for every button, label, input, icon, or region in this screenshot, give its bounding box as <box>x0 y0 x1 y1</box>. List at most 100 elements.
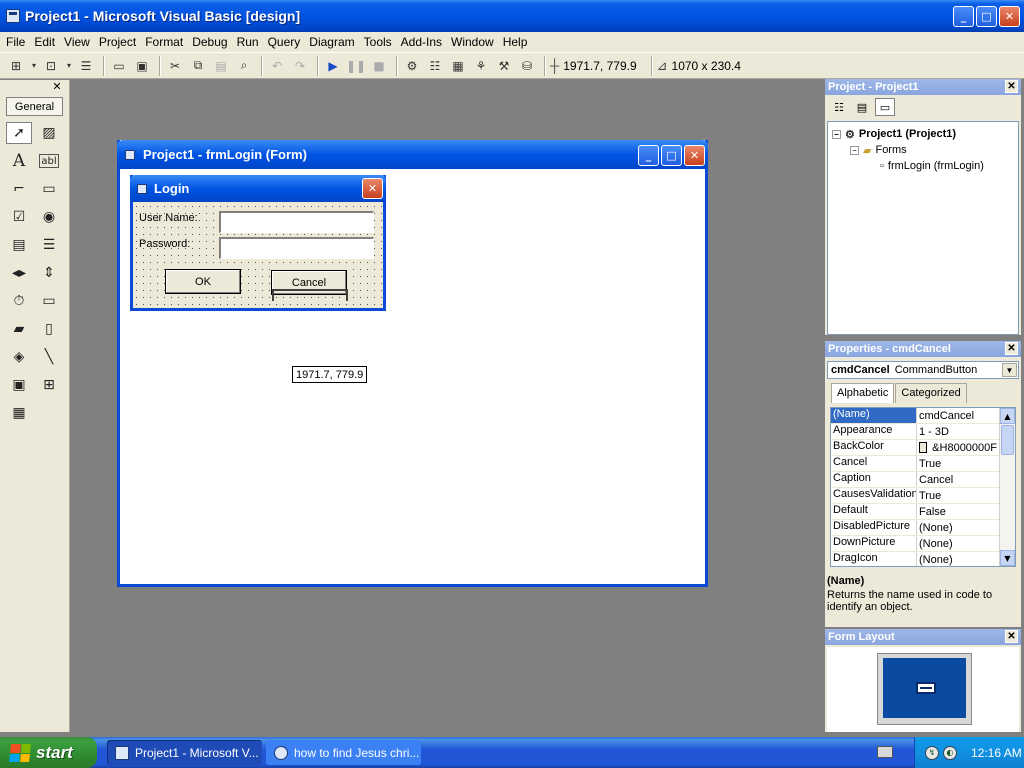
tree-item-forms[interactable]: − ▰ Forms <box>832 142 1018 158</box>
collapse-icon[interactable]: − <box>832 129 841 139</box>
scroll-up-icon[interactable]: ▲ <box>1000 408 1015 424</box>
listbox-icon[interactable]: ☰ <box>36 234 62 256</box>
keyboard-icon[interactable] <box>877 746 893 758</box>
designer-close-button[interactable]: ✕ <box>684 145 705 166</box>
collapse-icon[interactable]: − <box>850 145 859 155</box>
property-value[interactable]: Cancel <box>917 472 997 487</box>
menu-file[interactable]: File <box>6 35 25 49</box>
menu-debug[interactable]: Debug <box>192 35 227 49</box>
property-row[interactable]: CausesValidation True <box>831 488 1015 504</box>
taskbar-item-browser[interactable]: how to find Jesus chri... <box>266 740 421 765</box>
view-object-icon[interactable]: ▤ <box>852 98 872 116</box>
properties-scrollbar[interactable]: ▲ ▼ <box>999 408 1015 566</box>
property-row[interactable]: Appearance 1 - 3D <box>831 424 1015 440</box>
menu-window[interactable]: Window <box>451 35 494 49</box>
menu-project[interactable]: Project <box>99 35 136 49</box>
vscrollbar-icon[interactable]: ⇕ <box>36 262 62 284</box>
object-selector[interactable]: cmdCancel CommandButton ▼ <box>827 361 1019 379</box>
break-icon[interactable]: ❚❚ <box>346 56 366 76</box>
object-browser-icon[interactable]: ⚘ <box>471 56 491 76</box>
username-textbox[interactable] <box>219 211 374 233</box>
property-value[interactable]: True <box>917 488 997 503</box>
login-form[interactable]: Login ✕ User Name: Password: OK Cancel <box>130 175 386 311</box>
designer-minimize-button[interactable]: _ <box>638 145 659 166</box>
menu-diagram[interactable]: Diagram <box>309 35 354 49</box>
designer-maximize-button[interactable]: □ <box>661 145 682 166</box>
form-layout-icon[interactable]: ▦ <box>448 56 468 76</box>
scroll-down-icon[interactable]: ▼ <box>1000 550 1015 566</box>
drivelistbox-icon[interactable]: ▭ <box>36 290 62 312</box>
property-row[interactable]: Cancel True <box>831 456 1015 472</box>
find-icon[interactable]: ⌕ <box>234 56 254 76</box>
image-icon[interactable]: ▣ <box>6 374 32 396</box>
toolbox-icon[interactable]: ⚒ <box>494 56 514 76</box>
login-close-button[interactable]: ✕ <box>362 178 383 199</box>
add-form-icon[interactable]: ⊡ <box>41 56 61 76</box>
add-project-dropdown-icon[interactable]: ▾ <box>29 56 39 76</box>
commandbutton-icon[interactable]: ▭ <box>36 178 62 200</box>
property-row[interactable]: Default False <box>831 504 1015 520</box>
menu-addins[interactable]: Add-Ins <box>401 35 442 49</box>
form-designer-title-bar[interactable]: Project1 - frmLogin (Form) _ □ ✕ <box>117 140 708 169</box>
taskbar-item-vb[interactable]: Project1 - Microsoft V... <box>107 740 262 765</box>
label-icon[interactable]: A <box>6 150 32 172</box>
data-control-icon[interactable]: ⊞ <box>36 374 62 396</box>
menu-query[interactable]: Query <box>268 35 301 49</box>
property-row[interactable]: (Name) cmdCancel <box>831 408 1015 424</box>
open-project-icon[interactable]: ▭ <box>109 56 129 76</box>
project-panel-close-button[interactable]: ✕ <box>1005 80 1018 93</box>
pointer-icon[interactable]: ➚ <box>6 122 32 144</box>
picturebox-icon[interactable]: ▨ <box>36 122 62 144</box>
property-row[interactable]: DownPicture (None) <box>831 536 1015 552</box>
property-value[interactable]: cmdCancel <box>917 408 997 423</box>
optionbutton-icon[interactable]: ◉ <box>36 206 62 228</box>
line-icon[interactable]: ╲ <box>36 346 62 368</box>
chevron-down-icon[interactable]: ▼ <box>1002 363 1017 377</box>
property-row[interactable]: DisabledPicture (None) <box>831 520 1015 536</box>
property-value[interactable]: False <box>917 504 997 519</box>
form-position-preview[interactable] <box>916 682 936 694</box>
dirlistbox-icon[interactable]: ▰ <box>6 318 32 340</box>
scroll-thumb[interactable] <box>1001 425 1014 455</box>
minimize-button[interactable]: _ <box>953 6 974 27</box>
redo-icon[interactable]: ↷ <box>290 56 310 76</box>
form-layout-close-button[interactable]: ✕ <box>1005 630 1018 643</box>
property-value[interactable]: &H8000000F <box>917 440 997 455</box>
cut-icon[interactable]: ✂ <box>165 56 185 76</box>
data-view-icon[interactable]: ⛁ <box>517 56 537 76</box>
menu-edit[interactable]: Edit <box>34 35 55 49</box>
shape-icon[interactable]: ◈ <box>6 346 32 368</box>
main-title-bar[interactable]: Project1 - Microsoft Visual Basic [desig… <box>0 0 1024 32</box>
username-label[interactable]: User Name: <box>139 212 198 224</box>
checkbox-icon[interactable]: ☑ <box>6 206 32 228</box>
property-value[interactable]: 1 - 3D <box>917 424 997 439</box>
menu-run[interactable]: Run <box>237 35 259 49</box>
textbox-icon[interactable]: abl <box>39 154 59 168</box>
view-code-icon[interactable]: ☷ <box>829 98 849 116</box>
properties-panel-close-button[interactable]: ✕ <box>1005 342 1018 355</box>
property-row[interactable]: BackColor &H8000000F <box>831 440 1015 456</box>
add-form-dropdown-icon[interactable]: ▾ <box>64 56 74 76</box>
clock[interactable]: 12:16 AM <box>971 746 1022 760</box>
menu-help[interactable]: Help <box>503 35 528 49</box>
menu-tools[interactable]: Tools <box>364 35 392 49</box>
start-button[interactable]: start <box>0 737 97 768</box>
property-row[interactable]: DragIcon (None) <box>831 552 1015 566</box>
end-icon[interactable]: ■ <box>369 56 389 76</box>
password-textbox[interactable] <box>219 237 374 259</box>
copy-icon[interactable]: ⧉ <box>188 56 208 76</box>
property-row[interactable]: Caption Cancel <box>831 472 1015 488</box>
form-designer-window[interactable]: Project1 - frmLogin (Form) _ □ ✕ Login ✕… <box>117 140 708 587</box>
toolbox-general-tab[interactable]: General <box>6 97 63 116</box>
project-panel-title-bar[interactable]: Project - Project1 ✕ <box>825 79 1021 95</box>
frame-icon[interactable]: ⌐ <box>6 178 32 200</box>
login-form-title-bar[interactable]: Login ✕ <box>130 175 386 202</box>
menu-view[interactable]: View <box>64 35 90 49</box>
toggle-folders-icon[interactable]: ▭ <box>875 98 895 116</box>
maximize-button[interactable]: □ <box>976 6 997 27</box>
vb-app-icon[interactable] <box>6 9 20 23</box>
toolbox-close-button[interactable]: ✕ <box>51 81 63 93</box>
properties-panel-title-bar[interactable]: Properties - cmdCancel ✕ <box>825 341 1021 357</box>
network-icon[interactable]: ↯ <box>925 745 939 760</box>
save-project-icon[interactable]: ▣ <box>132 56 152 76</box>
